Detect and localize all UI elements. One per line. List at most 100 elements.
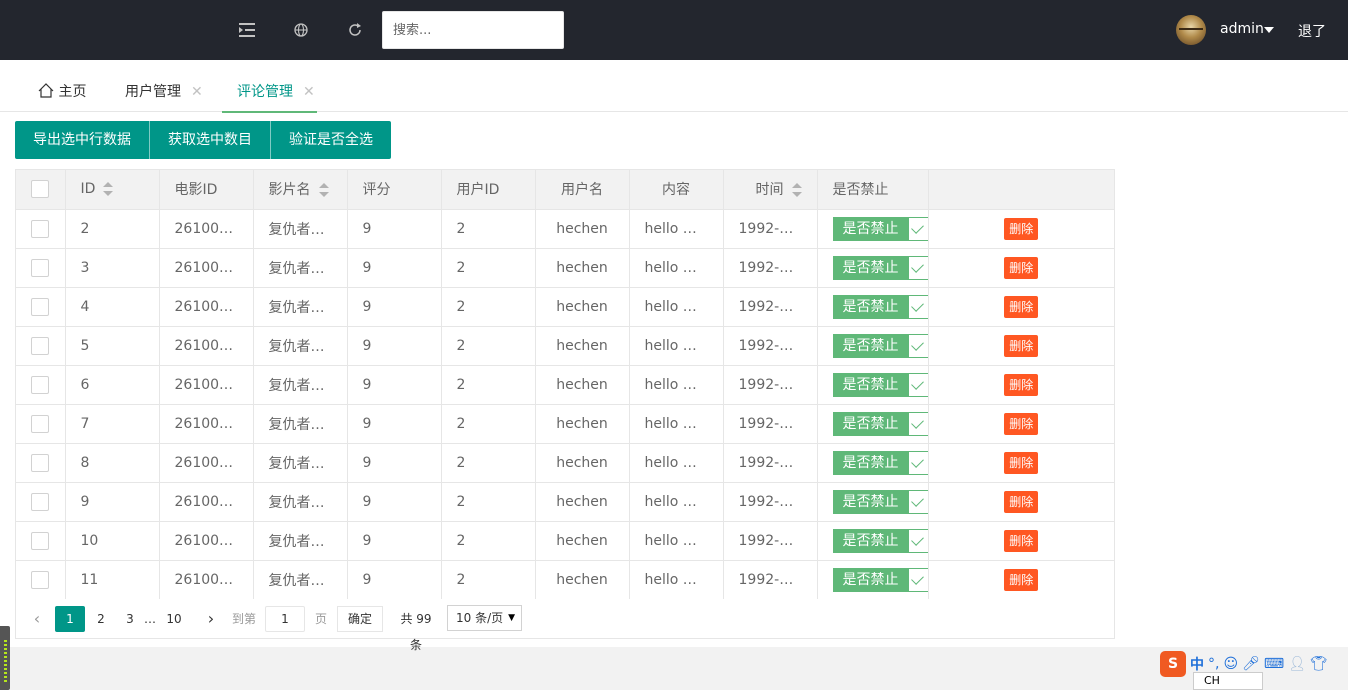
delete-button[interactable]: 删除: [1004, 334, 1039, 357]
row-checkbox[interactable]: [31, 258, 50, 277]
ime-mode[interactable]: 中: [1190, 654, 1204, 674]
table-row[interactable]: 8 26100958 复仇者… 9 2 hechen hello w… 1992-9-2 是否禁…: [16, 443, 1114, 483]
ban-switch[interactable]: 是否禁止: [832, 333, 927, 358]
get-selected-count-button[interactable]: 获取选中数目: [150, 121, 271, 159]
sogou-logo[interactable]: S: [1160, 651, 1186, 677]
tab-comment-management[interactable]: 评论管理 ✕: [222, 72, 317, 113]
column-header-time[interactable]: 时间: [723, 170, 818, 210]
table-row[interactable]: 2 26100958 复仇者… 9 2 hechen hello w… 1992-9-2 是否禁…: [16, 209, 1114, 249]
delete-button[interactable]: 删除: [1004, 256, 1039, 279]
refresh-icon[interactable]: [343, 18, 367, 42]
page-10[interactable]: 10: [162, 606, 186, 632]
ban-switch[interactable]: 是否禁止: [832, 450, 927, 475]
actions-cell: 删除: [928, 443, 1114, 483]
chevron-down-icon[interactable]: [1264, 27, 1274, 33]
delete-button[interactable]: 删除: [1004, 451, 1039, 474]
table-cell: 复仇者…: [253, 482, 348, 522]
sort-icon[interactable]: [791, 183, 802, 198]
keyboard-icon[interactable]: ⌨: [1264, 656, 1284, 672]
table-cell: hechen: [535, 326, 630, 366]
skin-icon[interactable]: 👕︎: [1310, 656, 1328, 672]
delete-button[interactable]: 删除: [1004, 217, 1039, 240]
table-row[interactable]: 3 26100958 复仇者… 9 2 hechen hello w… 1992-9-2 是否禁…: [16, 248, 1114, 288]
page-3[interactable]: 3: [120, 606, 140, 632]
ban-switch[interactable]: 是否禁止: [832, 255, 927, 280]
row-checkbox-cell[interactable]: [16, 482, 66, 522]
goto-confirm-button[interactable]: 确定: [337, 606, 384, 632]
globe-icon[interactable]: [289, 18, 313, 42]
row-checkbox[interactable]: [31, 492, 50, 511]
close-icon[interactable]: ✕: [191, 72, 203, 112]
emoji-icon[interactable]: ☺: [1223, 656, 1238, 672]
ban-switch-label: 是否禁止: [832, 450, 909, 475]
punctuation-icon[interactable]: °,: [1208, 656, 1219, 672]
row-checkbox-cell[interactable]: [16, 248, 66, 288]
row-checkbox-cell[interactable]: [16, 443, 66, 483]
ban-switch[interactable]: 是否禁止: [832, 216, 927, 241]
row-checkbox[interactable]: [31, 297, 50, 316]
avatar[interactable]: [1176, 15, 1206, 45]
column-header-movie-name[interactable]: 影片名: [253, 170, 348, 210]
ban-switch[interactable]: 是否禁止: [832, 411, 927, 436]
delete-button[interactable]: 删除: [1004, 568, 1039, 591]
goto-page-input[interactable]: 1: [265, 606, 305, 632]
page-1[interactable]: 1: [55, 606, 85, 632]
ban-switch[interactable]: 是否禁止: [832, 489, 927, 514]
export-selected-button[interactable]: 导出选中行数据: [15, 121, 150, 159]
page-2[interactable]: 2: [91, 606, 111, 632]
row-checkbox-cell[interactable]: [16, 209, 66, 249]
ban-switch-label: 是否禁止: [832, 411, 909, 436]
menu-collapse-icon[interactable]: [235, 18, 259, 42]
column-header-id[interactable]: ID: [65, 170, 160, 210]
logout-link[interactable]: 退了: [1298, 21, 1326, 41]
prev-page-icon[interactable]: ‹: [30, 606, 44, 632]
row-checkbox-cell[interactable]: [16, 287, 66, 327]
table-row[interactable]: 6 26100958 复仇者… 9 2 hechen hello w… 1992-9-2 是否禁…: [16, 365, 1114, 405]
row-checkbox[interactable]: [31, 336, 50, 355]
table-row[interactable]: 7 26100958 复仇者… 9 2 hechen hello w… 1992-9-2 是否禁…: [16, 404, 1114, 444]
ban-cell: 是否禁止: [817, 443, 929, 483]
tab-user-management[interactable]: 用户管理 ✕: [125, 72, 203, 112]
content-panel: 主页 用户管理 ✕ 评论管理 ✕ 导出选中行数据 获取选中数目 验证是否全选 I…: [0, 60, 1348, 652]
row-checkbox-cell[interactable]: [16, 326, 66, 366]
delete-button[interactable]: 删除: [1004, 490, 1039, 513]
sort-icon[interactable]: [318, 183, 329, 198]
check-all-selected-button[interactable]: 验证是否全选: [271, 121, 391, 159]
sort-icon[interactable]: [103, 182, 114, 197]
row-checkbox[interactable]: [31, 219, 50, 238]
user-icon[interactable]: 👤︎: [1288, 656, 1306, 672]
table-row[interactable]: 4 26100958 复仇者… 9 2 hechen hello w… 1992-9-2 是否禁…: [16, 287, 1114, 327]
row-checkbox[interactable]: [31, 375, 50, 394]
table-row[interactable]: 10 26100958 复仇者… 9 2 hechen hello w… 1992-9-2 是否…: [16, 521, 1114, 561]
row-checkbox-cell[interactable]: [16, 521, 66, 561]
table-row[interactable]: 9 26100958 复仇者… 9 2 hechen hello w… 1992-9-2 是否禁…: [16, 482, 1114, 522]
row-checkbox[interactable]: [31, 453, 50, 472]
tab-home[interactable]: 主页: [38, 72, 86, 112]
ban-switch[interactable]: 是否禁止: [832, 294, 927, 319]
row-checkbox-cell[interactable]: [16, 560, 66, 599]
ban-switch[interactable]: 是否禁止: [832, 372, 927, 397]
row-checkbox[interactable]: [31, 570, 50, 589]
row-checkbox[interactable]: [31, 531, 50, 550]
microphone-icon[interactable]: 🎤︎: [1242, 656, 1260, 672]
row-checkbox[interactable]: [31, 414, 50, 433]
delete-button[interactable]: 删除: [1004, 295, 1039, 318]
actions-cell: 删除: [928, 248, 1114, 288]
ban-switch[interactable]: 是否禁止: [832, 567, 927, 592]
row-checkbox-cell[interactable]: [16, 404, 66, 444]
next-page-icon[interactable]: ›: [204, 606, 218, 632]
table-cell: 3: [65, 248, 160, 288]
delete-button[interactable]: 删除: [1004, 373, 1039, 396]
table-row[interactable]: 5 26100958 复仇者… 9 2 hechen hello w… 1992-9-2 是否禁…: [16, 326, 1114, 366]
row-checkbox-cell[interactable]: [16, 365, 66, 405]
username-label[interactable]: admin: [1220, 21, 1264, 37]
close-icon[interactable]: ✕: [303, 72, 315, 112]
delete-button[interactable]: 删除: [1004, 529, 1039, 552]
page-size-select[interactable]: 10 条/页: [447, 605, 522, 631]
select-all-checkbox-cell[interactable]: [16, 170, 66, 210]
delete-button[interactable]: 删除: [1004, 412, 1039, 435]
select-all-checkbox[interactable]: [31, 180, 50, 199]
search-input[interactable]: [382, 11, 564, 49]
table-row[interactable]: 11 26100958 复仇者… 9 2 hechen hello w… 1992-9-2 是否…: [16, 560, 1114, 599]
ban-switch[interactable]: 是否禁止: [832, 528, 927, 553]
